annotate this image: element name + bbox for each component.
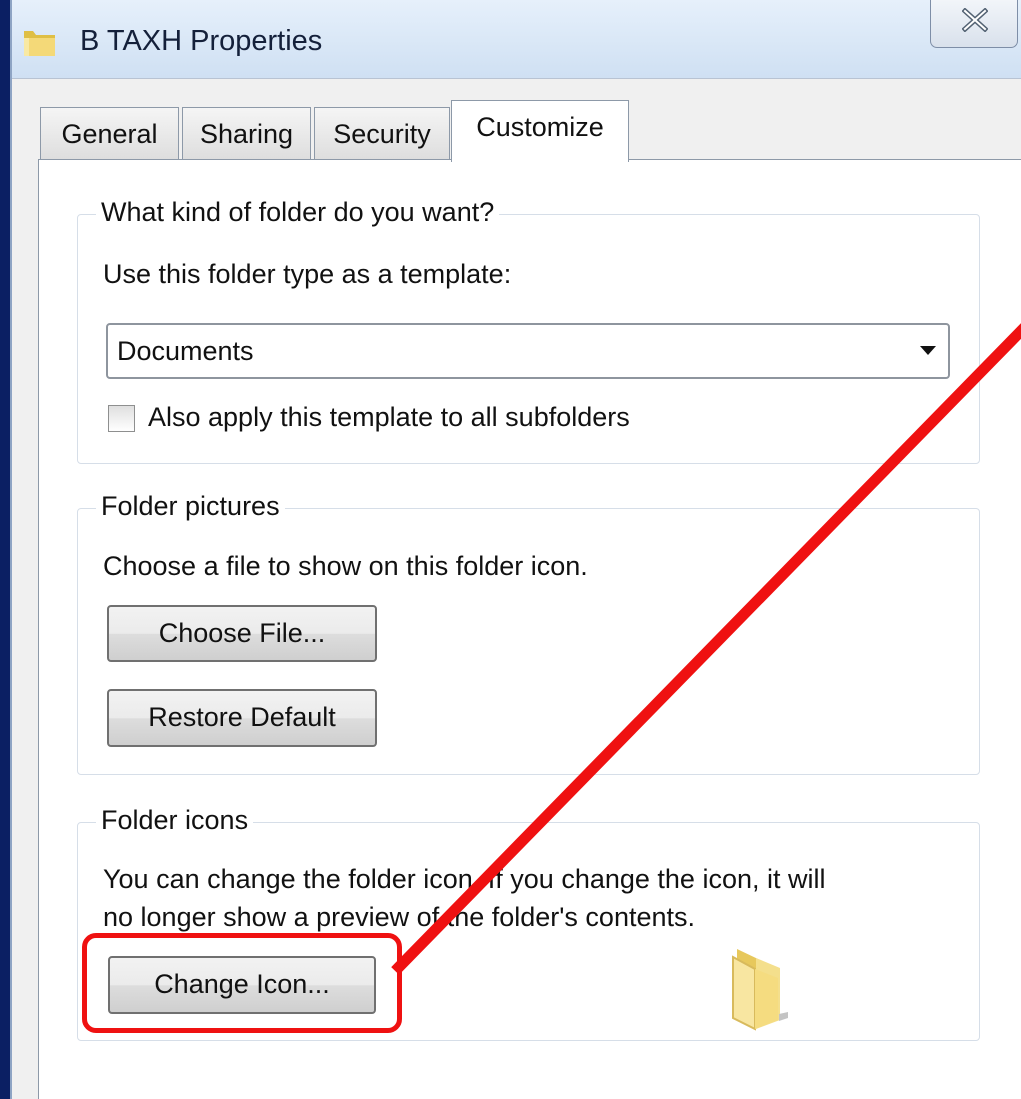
tab-sharing[interactable]: Sharing (182, 107, 311, 159)
folder-icons-description-line1: You can change the folder icon. If you c… (103, 864, 826, 894)
restore-default-button[interactable]: Restore Default (107, 689, 377, 747)
window-title: B TAXH Properties (80, 25, 323, 57)
title-bar[interactable]: B TAXH Properties (12, 0, 1021, 78)
chevron-down-icon[interactable] (920, 346, 936, 355)
folder-type-prompt: Use this folder type as a template: (103, 259, 512, 289)
tab-security[interactable]: Security (314, 107, 450, 159)
close-button[interactable] (930, 0, 1018, 48)
selected-template: Documents (117, 336, 254, 366)
folder-icons-group-title: Folder icons (96, 805, 254, 836)
tab-customize[interactable]: Customize (451, 100, 629, 162)
apply-subfolders-checkbox[interactable] (108, 405, 135, 432)
close-icon (962, 8, 988, 32)
annotation-highlight-box (82, 933, 402, 1033)
choose-file-button[interactable]: Choose File... (107, 605, 377, 662)
folder-icons-description-line2: no longer show a preview of the folder's… (103, 902, 695, 932)
folder-icon (24, 31, 55, 56)
folder-type-group: What kind of folder do you want? Use thi… (77, 197, 980, 464)
tab-general[interactable]: General (40, 107, 179, 159)
folder-pictures-group-title: Folder pictures (96, 491, 285, 522)
screen: B TAXH Properties General Sharing Securi… (0, 0, 1021, 1099)
apply-subfolders-label[interactable]: Also apply this template to all subfolde… (148, 402, 630, 433)
folder-preview-icon (732, 949, 788, 1031)
folder-pictures-group: Folder pictures Choose a file to show on… (77, 491, 980, 775)
folder-pictures-description: Choose a file to show on this folder ico… (103, 551, 588, 581)
folder-template-select[interactable]: Documents (106, 323, 950, 379)
folder-type-group-title: What kind of folder do you want? (96, 197, 500, 228)
